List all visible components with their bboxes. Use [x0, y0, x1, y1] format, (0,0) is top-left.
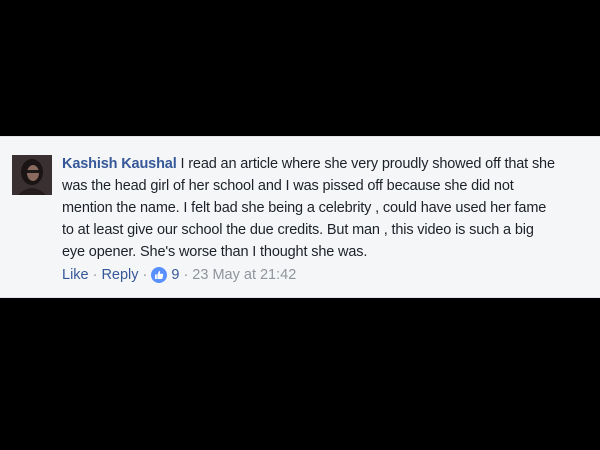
comment-text-line-3: mention the name. I felt bad she being a… [62, 200, 547, 216]
profile-photo-icon [12, 155, 52, 195]
comment-text-line-2: was the head girl of her school and I wa… [62, 178, 514, 194]
like-link[interactable]: Like [62, 265, 89, 285]
comment-body: Kashish Kaushal I read an article where … [62, 153, 592, 263]
comment-actions: Like · Reply · 9 · 23 May at 21:42 [62, 265, 296, 285]
comment-timestamp[interactable]: 23 May at 21:42 [192, 265, 296, 285]
comment-text-line-4: to at least give our school the due cred… [62, 222, 534, 238]
author-name-link[interactable]: Kashish Kaushal [62, 156, 177, 172]
comment-line-1: Kashish Kaushal I read an article where … [62, 153, 592, 175]
separator: · [142, 267, 148, 283]
separator: · [92, 267, 98, 283]
screenshot-frame: Kashish Kaushal I read an article where … [0, 0, 600, 450]
reply-link[interactable]: Reply [101, 265, 138, 285]
separator: · [183, 267, 189, 283]
avatar[interactable] [12, 155, 52, 195]
comment-text-line-5: eye opener. She's worse than I thought s… [62, 244, 368, 260]
comment-text-line-1: I read an article where she very proudly… [176, 156, 555, 172]
reaction-count[interactable]: 9 [171, 265, 179, 285]
comment-card: Kashish Kaushal I read an article where … [0, 136, 600, 298]
thumbs-up-icon[interactable] [151, 267, 168, 283]
